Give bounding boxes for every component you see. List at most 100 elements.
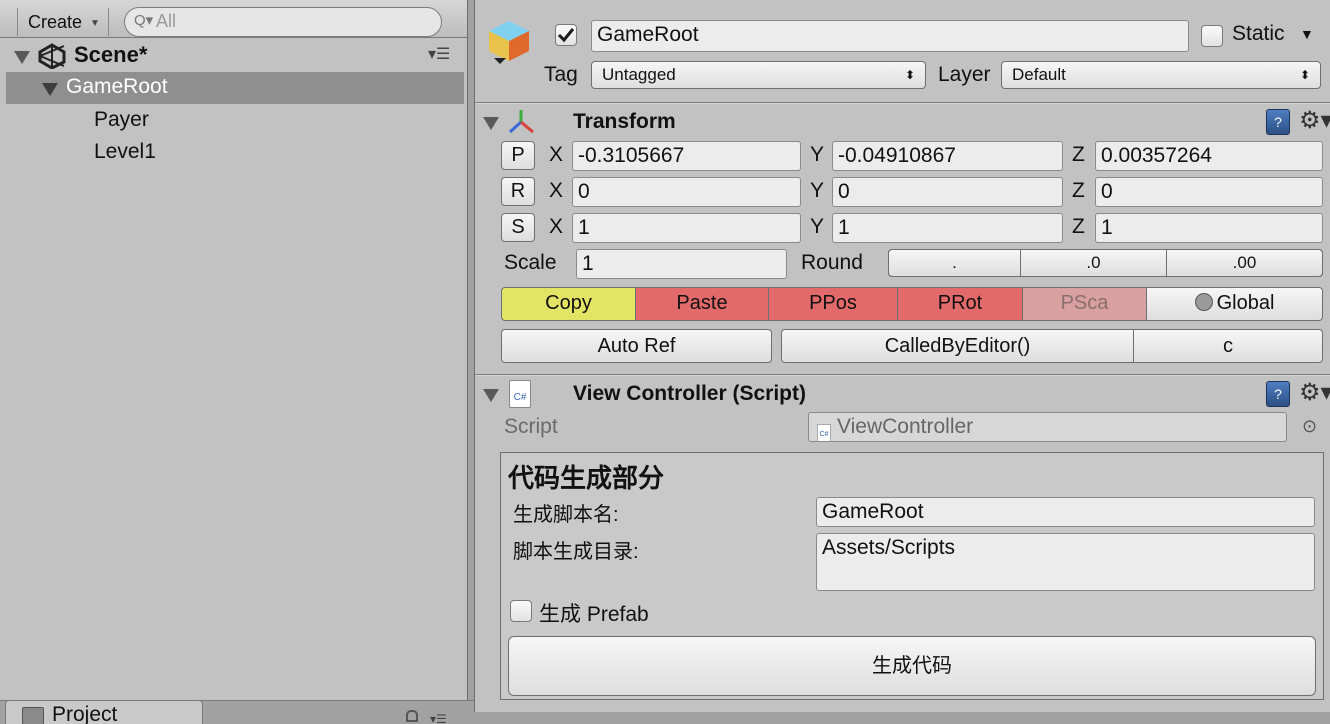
static-label: Static <box>1232 22 1285 45</box>
axis-z-label: Z <box>1072 143 1085 166</box>
scale-x-field[interactable]: 1 <box>572 213 801 243</box>
updown-icon: ⬍ <box>904 68 915 82</box>
round-option-2[interactable]: .00 <box>1166 249 1323 277</box>
chevron-down-icon: ▼ <box>90 18 100 29</box>
transform-gizmo-icon <box>508 110 534 134</box>
hierarchy-item-payer[interactable]: Payer <box>94 108 149 132</box>
called-by-editor-button[interactable]: CalledByEditor() <box>781 329 1134 363</box>
active-checkbox[interactable] <box>555 24 577 46</box>
script-value: ViewController <box>837 415 974 438</box>
scene-row[interactable]: Scene* ▾☰ <box>0 40 467 72</box>
position-reset-button[interactable]: P <box>501 141 535 170</box>
codegen-section-title: 代码生成部分 <box>508 463 665 493</box>
folder-icon <box>22 707 44 724</box>
rotation-x-field[interactable]: 0 <box>572 177 801 207</box>
hierarchy-item-gameroot[interactable]: GameRoot <box>6 72 464 104</box>
axis-z-label: Z <box>1072 215 1085 238</box>
script-object-field: C# ViewController <box>808 412 1287 442</box>
axis-x-label: X <box>549 179 564 202</box>
scale-reset-button[interactable]: S <box>501 213 535 242</box>
transform-foldout-icon[interactable] <box>483 117 499 130</box>
hierarchy-panel: Create ▼ Q▾ All Scene* ▾☰ GameRoot Payer… <box>0 0 468 700</box>
global-button[interactable]: Global <box>1146 287 1323 321</box>
axis-y-label: Y <box>810 143 825 166</box>
static-dropdown-icon[interactable]: ▼ <box>1300 26 1314 42</box>
scene-menu-icon[interactable]: ▾☰ <box>428 44 450 64</box>
search-icon: Q▾ <box>134 12 154 29</box>
layer-label: Layer <box>938 63 991 86</box>
panel-menu-icon[interactable]: ▾☰ <box>430 712 447 724</box>
axis-x-label: X <box>549 143 564 166</box>
transform-title: Transform <box>573 110 676 133</box>
create-label: Create <box>28 12 83 32</box>
help-icon[interactable]: ? <box>1266 109 1290 135</box>
updown-icon: ⬍ <box>1299 68 1310 82</box>
script-name-label: 生成脚本名: <box>513 504 619 526</box>
prot-button[interactable]: PRot <box>897 287 1023 321</box>
scale-z-field[interactable]: 1 <box>1095 213 1323 243</box>
axis-x-label: X <box>549 215 564 238</box>
hierarchy-search-input[interactable]: Q▾ All <box>124 7 442 37</box>
object-name-input[interactable]: GameRoot <box>591 20 1189 52</box>
tab-project-label: Project <box>52 703 118 724</box>
tab-project[interactable]: Project <box>5 700 203 724</box>
paste-button[interactable]: Paste <box>635 287 769 321</box>
search-placeholder: All <box>156 11 177 31</box>
axis-z-label: Z <box>1072 179 1085 202</box>
create-button[interactable]: Create ▼ <box>17 8 109 36</box>
prefab-checkbox[interactable] <box>510 600 532 622</box>
uniform-scale-field[interactable]: 1 <box>576 249 787 279</box>
round-options: . .0 .00 <box>888 249 1323 277</box>
csharp-file-icon: C# <box>817 424 831 441</box>
rotation-reset-button[interactable]: R <box>501 177 535 206</box>
lock-icon[interactable] <box>406 710 418 722</box>
psca-button[interactable]: PSca <box>1022 287 1147 321</box>
axis-y-label: Y <box>810 179 825 202</box>
globe-icon <box>1194 293 1213 311</box>
tag-value: Untagged <box>602 65 676 84</box>
expand-arrow-icon[interactable] <box>42 83 58 96</box>
script-label: Script <box>504 415 558 438</box>
c-button[interactable]: c <box>1133 329 1323 363</box>
scale-y-field[interactable]: 1 <box>832 213 1063 243</box>
generate-code-button[interactable]: 生成代码 <box>508 636 1316 696</box>
gameobject-cube-icon <box>489 21 529 64</box>
round-option-0[interactable]: . <box>888 249 1021 277</box>
tag-dropdown[interactable]: Untagged ⬍ <box>591 61 926 89</box>
position-y-field[interactable]: -0.04910867 <box>832 141 1063 171</box>
auto-ref-button[interactable]: Auto Ref <box>501 329 772 363</box>
object-picker-icon[interactable]: ⊙ <box>1302 416 1317 437</box>
prefab-label: 生成 Prefab <box>539 603 649 626</box>
script-dir-label: 脚本生成目录: <box>513 541 639 563</box>
scale-label: Scale <box>504 251 557 274</box>
hierarchy-item-level1[interactable]: Level1 <box>94 140 156 164</box>
tag-label: Tag <box>544 63 578 86</box>
divider <box>475 103 1330 104</box>
scene-name: Scene* <box>74 42 148 67</box>
round-option-1[interactable]: .0 <box>1020 249 1167 277</box>
viewcontroller-title: View Controller (Script) <box>573 382 806 405</box>
gear-icon[interactable]: ⚙▾ <box>1299 109 1330 133</box>
script-name-input[interactable]: GameRoot <box>816 497 1315 527</box>
gear-icon[interactable]: ⚙▾ <box>1299 381 1330 405</box>
axis-y-label: Y <box>810 215 825 238</box>
csharp-script-icon: C# <box>509 380 531 408</box>
static-checkbox[interactable] <box>1201 25 1223 47</box>
divider <box>475 375 1330 376</box>
viewcontroller-foldout-icon[interactable] <box>483 389 499 402</box>
ppos-button[interactable]: PPos <box>768 287 898 321</box>
position-x-field[interactable]: -0.3105667 <box>572 141 801 171</box>
checkmark-icon <box>557 28 575 43</box>
hierarchy-item-label: GameRoot <box>66 75 168 98</box>
help-icon[interactable]: ? <box>1266 381 1290 407</box>
position-z-field[interactable]: 0.00357264 <box>1095 141 1323 171</box>
unity-scene-icon <box>38 43 66 69</box>
copy-button[interactable]: Copy <box>501 287 636 321</box>
expand-arrow-icon[interactable] <box>14 51 30 64</box>
global-label: Global <box>1216 292 1275 314</box>
rotation-y-field[interactable]: 0 <box>832 177 1063 207</box>
script-dir-input[interactable]: Assets/Scripts <box>816 533 1315 591</box>
rotation-z-field[interactable]: 0 <box>1095 177 1323 207</box>
round-label: Round <box>801 251 863 274</box>
layer-dropdown[interactable]: Default ⬍ <box>1001 61 1321 89</box>
